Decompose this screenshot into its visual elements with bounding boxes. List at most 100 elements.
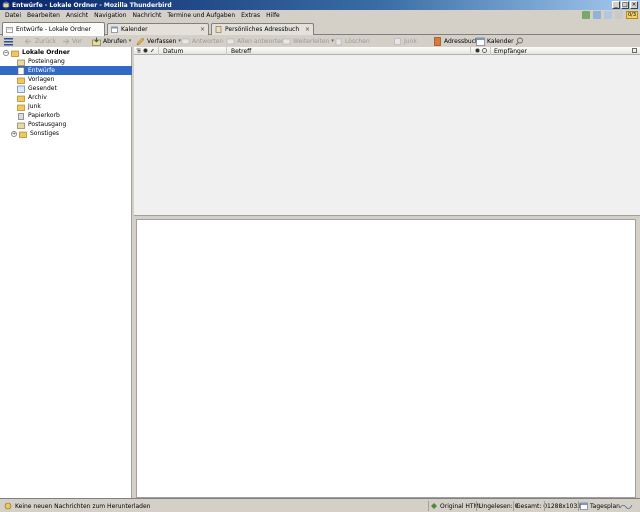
folder-root[interactable]: − Lokale Ordner [0, 48, 132, 57]
addons-icon[interactable] [592, 11, 601, 19]
reply-all-icon [226, 38, 235, 44]
folder-drafts[interactable]: Entwürfe [0, 66, 132, 75]
forward-icon [282, 38, 291, 44]
menu-ansicht[interactable]: Ansicht [66, 12, 88, 19]
inbox-icon [17, 59, 25, 66]
outbox-icon [17, 122, 25, 129]
menu-termine[interactable]: Termine und Aufgaben [167, 12, 235, 19]
folder-icon [6, 27, 13, 33]
status-bar: Keine neuen Nachrichten zum Herunterlade… [0, 498, 640, 512]
offline-status-icon[interactable] [4, 502, 12, 510]
junk-button[interactable]: Junk [393, 36, 417, 46]
compose-button[interactable]: Verfassen ▾ [136, 36, 181, 46]
archive-icon [17, 95, 25, 102]
thread-icon[interactable] [136, 48, 141, 53]
folder-archive[interactable]: Archiv [0, 93, 132, 102]
local-folders-icon [11, 50, 19, 57]
minimize-button[interactable]: _ [612, 1, 620, 9]
menu-hilfe[interactable]: Hilfe [266, 12, 280, 19]
tab-label: Entwürfe - Lokale Ordner [16, 26, 91, 33]
delete-button[interactable]: Löschen [334, 36, 370, 46]
menu-nachricht[interactable]: Nachricht [133, 12, 162, 19]
folder-trash[interactable]: Papierkorb [0, 111, 132, 120]
inbox-download-icon [92, 37, 101, 46]
reply-button[interactable]: Antworten [181, 36, 223, 46]
main-toolbar: Zurück Vor Abrufen ▾ Verfassen ▾ Antwort… [0, 35, 640, 47]
back-button[interactable]: Zurück [24, 36, 56, 46]
folder-sent[interactable]: Gesendet [0, 84, 132, 93]
close-icon[interactable]: × [200, 26, 205, 33]
column-date[interactable]: Datum [163, 47, 183, 55]
calendar-icon [476, 37, 485, 46]
pencil-icon [136, 37, 145, 45]
addressbook-icon [434, 36, 441, 46]
drafts-icon [17, 66, 25, 75]
thread-header: Datum Betreff Empfänger [134, 47, 640, 55]
reply-icon [181, 38, 190, 44]
trash-icon [335, 38, 342, 45]
tab-bar: Entwürfe - Lokale Ordner Kalender × Pers… [0, 21, 640, 36]
junk-icon [17, 104, 25, 111]
read-status-icon[interactable] [475, 48, 480, 53]
status-resolution: 1288x1032 [547, 502, 582, 510]
column-picker-icon[interactable] [632, 48, 637, 53]
menu-extras[interactable]: Extras [241, 12, 260, 19]
reply-all-button[interactable]: Allen antworten [226, 36, 285, 46]
folder-junk[interactable]: Junk [0, 102, 132, 111]
addressbook-icon [215, 26, 222, 33]
junk-status-icon[interactable] [482, 48, 487, 53]
arrow-right-icon [63, 38, 70, 44]
title-bar: Entwürfe - Lokale Ordner - Mozilla Thund… [0, 0, 640, 10]
status-format: Original HTML [430, 501, 482, 511]
dayplan-toggle[interactable]: Tagesplan [580, 501, 620, 511]
forward-button[interactable]: Vor [61, 36, 82, 46]
thread-pane: Datum Betreff Empfänger [134, 47, 640, 216]
tab-label: Kalender [121, 26, 148, 33]
search-button[interactable] [515, 36, 526, 46]
folder-inbox[interactable]: Posteingang [0, 57, 132, 66]
activity-icon[interactable] [620, 501, 634, 511]
tab-addressbook[interactable]: Persönliches Adressbuch × [211, 23, 314, 35]
calendar-icon [580, 502, 588, 510]
addressbook-button[interactable]: Adressbuch [433, 36, 479, 46]
star-icon[interactable] [143, 48, 148, 53]
arrow-left-icon [24, 38, 31, 44]
calendar-button[interactable]: Kalender [476, 36, 514, 46]
trash-icon [18, 112, 24, 120]
collapse-icon[interactable]: − [3, 49, 9, 56]
column-recipient[interactable]: Empfänger [494, 47, 527, 55]
menu-icon [4, 37, 13, 45]
thunderbird-icon [2, 1, 10, 9]
folder-other[interactable]: + Sonstiges [0, 129, 132, 138]
status-total: Gesamt: 0 [516, 502, 548, 510]
attachment-icon[interactable] [150, 48, 155, 53]
templates-icon [17, 77, 25, 84]
forward-message-button[interactable]: Weiterleiten ▾ [282, 36, 334, 46]
folder-pane: − Lokale Ordner Posteingang Entwürfe Vor… [0, 47, 132, 498]
message-pane [136, 219, 636, 498]
tasks-icon[interactable] [614, 11, 623, 19]
notification-badge[interactable]: 0/3 [625, 11, 638, 19]
status-message: Keine neuen Nachrichten zum Herunterlade… [4, 501, 151, 511]
tab-calendar[interactable]: Kalender × [107, 23, 209, 35]
window-title: Entwürfe - Lokale Ordner - Mozilla Thund… [12, 1, 172, 9]
close-button[interactable]: × [630, 1, 638, 9]
menu-navigation[interactable]: Navigation [94, 12, 126, 19]
column-subject[interactable]: Betreff [231, 47, 251, 55]
expand-icon[interactable]: + [11, 130, 17, 137]
close-icon[interactable]: × [305, 26, 310, 33]
tab-drafts[interactable]: Entwürfe - Lokale Ordner [2, 22, 105, 36]
calendar-mini-icon[interactable] [603, 11, 612, 19]
calendar-icon [111, 26, 118, 33]
chevron-down-icon[interactable]: ▾ [129, 38, 132, 44]
menu-datei[interactable]: Datei [5, 12, 21, 19]
get-mail-button[interactable]: Abrufen ▾ [92, 36, 131, 46]
search-icon [515, 37, 523, 45]
menu-bar: Datei Bearbeiten Ansicht Navigation Nach… [0, 10, 640, 20]
app-menu-button[interactable] [4, 36, 15, 46]
menu-bearbeiten[interactable]: Bearbeiten [27, 12, 60, 19]
maximize-button[interactable]: □ [621, 1, 629, 9]
folder-outbox[interactable]: Postausgang [0, 120, 132, 129]
chat-icon[interactable] [581, 11, 590, 19]
folder-templates[interactable]: Vorlagen [0, 75, 132, 84]
